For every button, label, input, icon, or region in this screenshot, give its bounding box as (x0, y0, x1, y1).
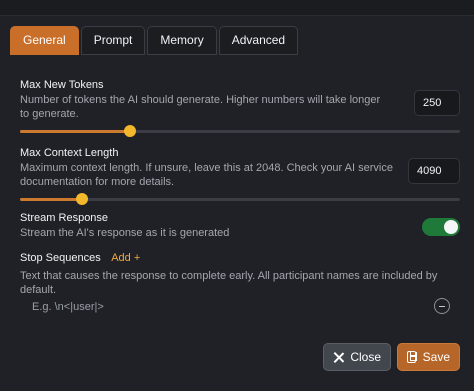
close-button[interactable]: Close (323, 343, 391, 371)
tab-prompt[interactable]: Prompt (80, 26, 146, 55)
stop-sequences-section: Stop Sequences Add + Text that causes th… (20, 248, 440, 297)
max-context-length-label: Max Context Length (20, 147, 119, 159)
max-context-length-description: Maximum context length. If unsure, leave… (20, 162, 393, 188)
max-new-tokens-input[interactable] (414, 90, 460, 116)
stop-sequence-row (20, 296, 460, 318)
max-new-tokens-slider[interactable] (20, 125, 460, 137)
add-stop-sequence-button[interactable]: Add + (111, 252, 140, 264)
slider-thumb[interactable] (124, 125, 136, 137)
max-context-length-input[interactable] (408, 158, 460, 184)
window-top-strip (0, 0, 474, 16)
max-context-length-section: Max Context Length Maximum context lengt… (20, 147, 400, 189)
toggle-knob (444, 220, 458, 234)
tab-memory[interactable]: Memory (147, 26, 217, 55)
stream-response-toggle[interactable] (422, 218, 460, 236)
stream-response-section: Stream Response Stream the AI's response… (20, 212, 400, 240)
tab-bar: General Prompt Memory Advanced (10, 26, 299, 55)
stop-sequences-description: Text that causes the response to complet… (20, 270, 438, 296)
slider-fill (20, 130, 130, 133)
save-button-label: Save (422, 350, 450, 364)
max-new-tokens-section: Max New Tokens Number of tokens the AI s… (20, 79, 390, 121)
close-icon (333, 352, 343, 363)
tab-advanced[interactable]: Advanced (218, 26, 299, 55)
stop-sequences-label: Stop Sequences (20, 252, 101, 264)
settings-panel: General Prompt Memory Advanced Max New T… (0, 0, 474, 391)
slider-thumb[interactable] (75, 193, 88, 205)
stop-sequence-input[interactable] (20, 296, 400, 318)
tab-general[interactable]: General (10, 26, 79, 55)
save-button[interactable]: Save (397, 343, 460, 371)
max-new-tokens-description: Number of tokens the AI should generate.… (20, 94, 381, 120)
save-icon (407, 351, 417, 363)
close-button-label: Close (350, 350, 381, 364)
max-new-tokens-label: Max New Tokens (20, 79, 104, 91)
slider-fill (20, 198, 82, 201)
stream-response-label: Stream Response (20, 212, 109, 224)
stream-response-description: Stream the AI's response as it is genera… (20, 227, 230, 239)
minus-circle-icon[interactable] (434, 298, 450, 314)
max-context-length-slider[interactable] (20, 193, 460, 205)
